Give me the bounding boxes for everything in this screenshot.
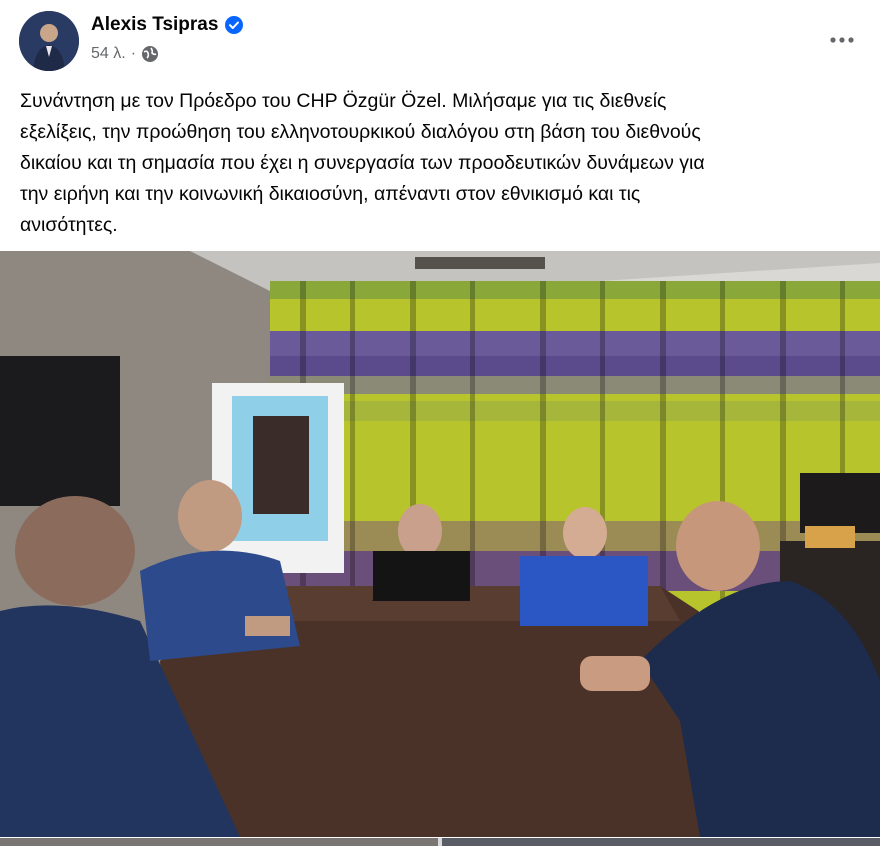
post-text: Συνάντηση με τον Πρόεδρο του CHP Özgür Ö… bbox=[20, 90, 705, 236]
post-time[interactable]: 54 λ. bbox=[91, 45, 126, 63]
photo-thumb-left[interactable] bbox=[0, 838, 438, 846]
author-avatar[interactable] bbox=[19, 11, 79, 71]
post-header: Alexis Tsipras 54 λ. · bbox=[0, 0, 880, 82]
meta-separator: · bbox=[130, 45, 137, 62]
more-dots-icon bbox=[830, 37, 854, 43]
post-meta: 54 λ. · bbox=[91, 45, 159, 63]
more-options-button[interactable] bbox=[824, 22, 860, 58]
author-name[interactable]: Alexis Tsipras bbox=[91, 14, 218, 36]
verified-badge-icon bbox=[225, 16, 244, 34]
author-row: Alexis Tsipras bbox=[91, 14, 244, 36]
globe-icon[interactable] bbox=[141, 45, 159, 63]
photo-thumb-right[interactable] bbox=[442, 838, 880, 846]
post-photo[interactable] bbox=[0, 251, 880, 837]
next-photo-strip bbox=[0, 838, 880, 846]
